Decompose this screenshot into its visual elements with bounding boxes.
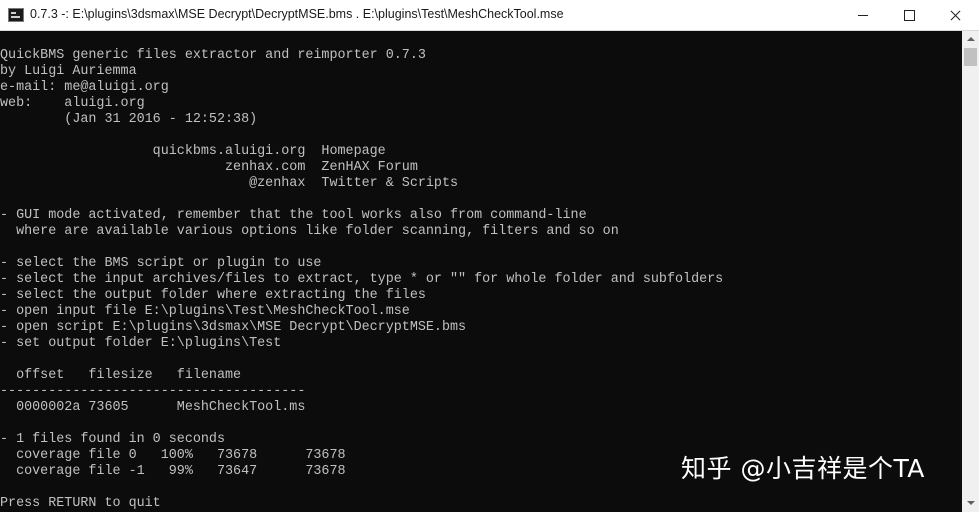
- console-line: - select the BMS script or plugin to use: [0, 256, 322, 271]
- quit-prompt: Press RETURN to quit: [0, 496, 161, 511]
- console-line: where are available various options like…: [0, 224, 619, 239]
- maximize-button[interactable]: [886, 0, 932, 30]
- console-line: - GUI mode activated, remember that the …: [0, 208, 587, 223]
- minimize-button[interactable]: [840, 0, 886, 30]
- window-title: 0.7.3 -: E:\plugins\3dsmax\MSE Decrypt\D…: [30, 7, 564, 21]
- console-line: - 1 files found in 0 seconds: [0, 432, 225, 447]
- scroll-up-icon[interactable]: [962, 31, 979, 48]
- console-line: @zenhax Twitter & Scripts: [0, 176, 459, 191]
- console-line: quickbms.aluigi.org Homepage: [0, 144, 386, 159]
- console-line: - open input file E:\plugins\Test\MeshCh…: [0, 304, 410, 319]
- console-line: coverage file -1 99% 73647 73678: [0, 464, 346, 479]
- console-line: (Jan 31 2016 - 12:52:38): [0, 112, 258, 127]
- title-bar[interactable]: 0.7.3 -: E:\plugins\3dsmax\MSE Decrypt\D…: [0, 0, 979, 31]
- vertical-scrollbar[interactable]: [962, 31, 979, 512]
- console-line: - select the input archives/files to ext…: [0, 272, 724, 287]
- console-line: zenhax.com ZenHAX Forum: [0, 160, 418, 175]
- console-line: QuickBMS generic files extractor and rei…: [0, 48, 426, 63]
- console-app-icon[interactable]: [8, 8, 24, 22]
- scroll-down-icon[interactable]: [962, 495, 979, 512]
- watermark: 知乎 @小吉祥是个TA: [681, 454, 925, 483]
- table-header: offset filesize filename: [0, 368, 242, 383]
- table-divider: --------------------------------------: [0, 384, 306, 399]
- table-row: 0000002a 73605 MeshCheckTool.ms: [0, 400, 306, 415]
- console-line: by Luigi Auriemma: [0, 64, 137, 79]
- console-output[interactable]: QuickBMS generic files extractor and rei…: [0, 31, 962, 512]
- console-line: - select the output folder where extract…: [0, 288, 426, 303]
- console-line: coverage file 0 100% 73678 73678: [0, 448, 346, 463]
- console-line: web: aluigi.org: [0, 96, 145, 111]
- close-button[interactable]: [932, 0, 978, 30]
- console-line: - open script E:\plugins\3dsmax\MSE Decr…: [0, 320, 467, 335]
- console-window: 0.7.3 -: E:\plugins\3dsmax\MSE Decrypt\D…: [0, 0, 979, 512]
- scroll-thumb[interactable]: [964, 48, 977, 66]
- console-line: e-mail: me@aluigi.org: [0, 80, 169, 95]
- console-line: - set output folder E:\plugins\Test: [0, 336, 282, 351]
